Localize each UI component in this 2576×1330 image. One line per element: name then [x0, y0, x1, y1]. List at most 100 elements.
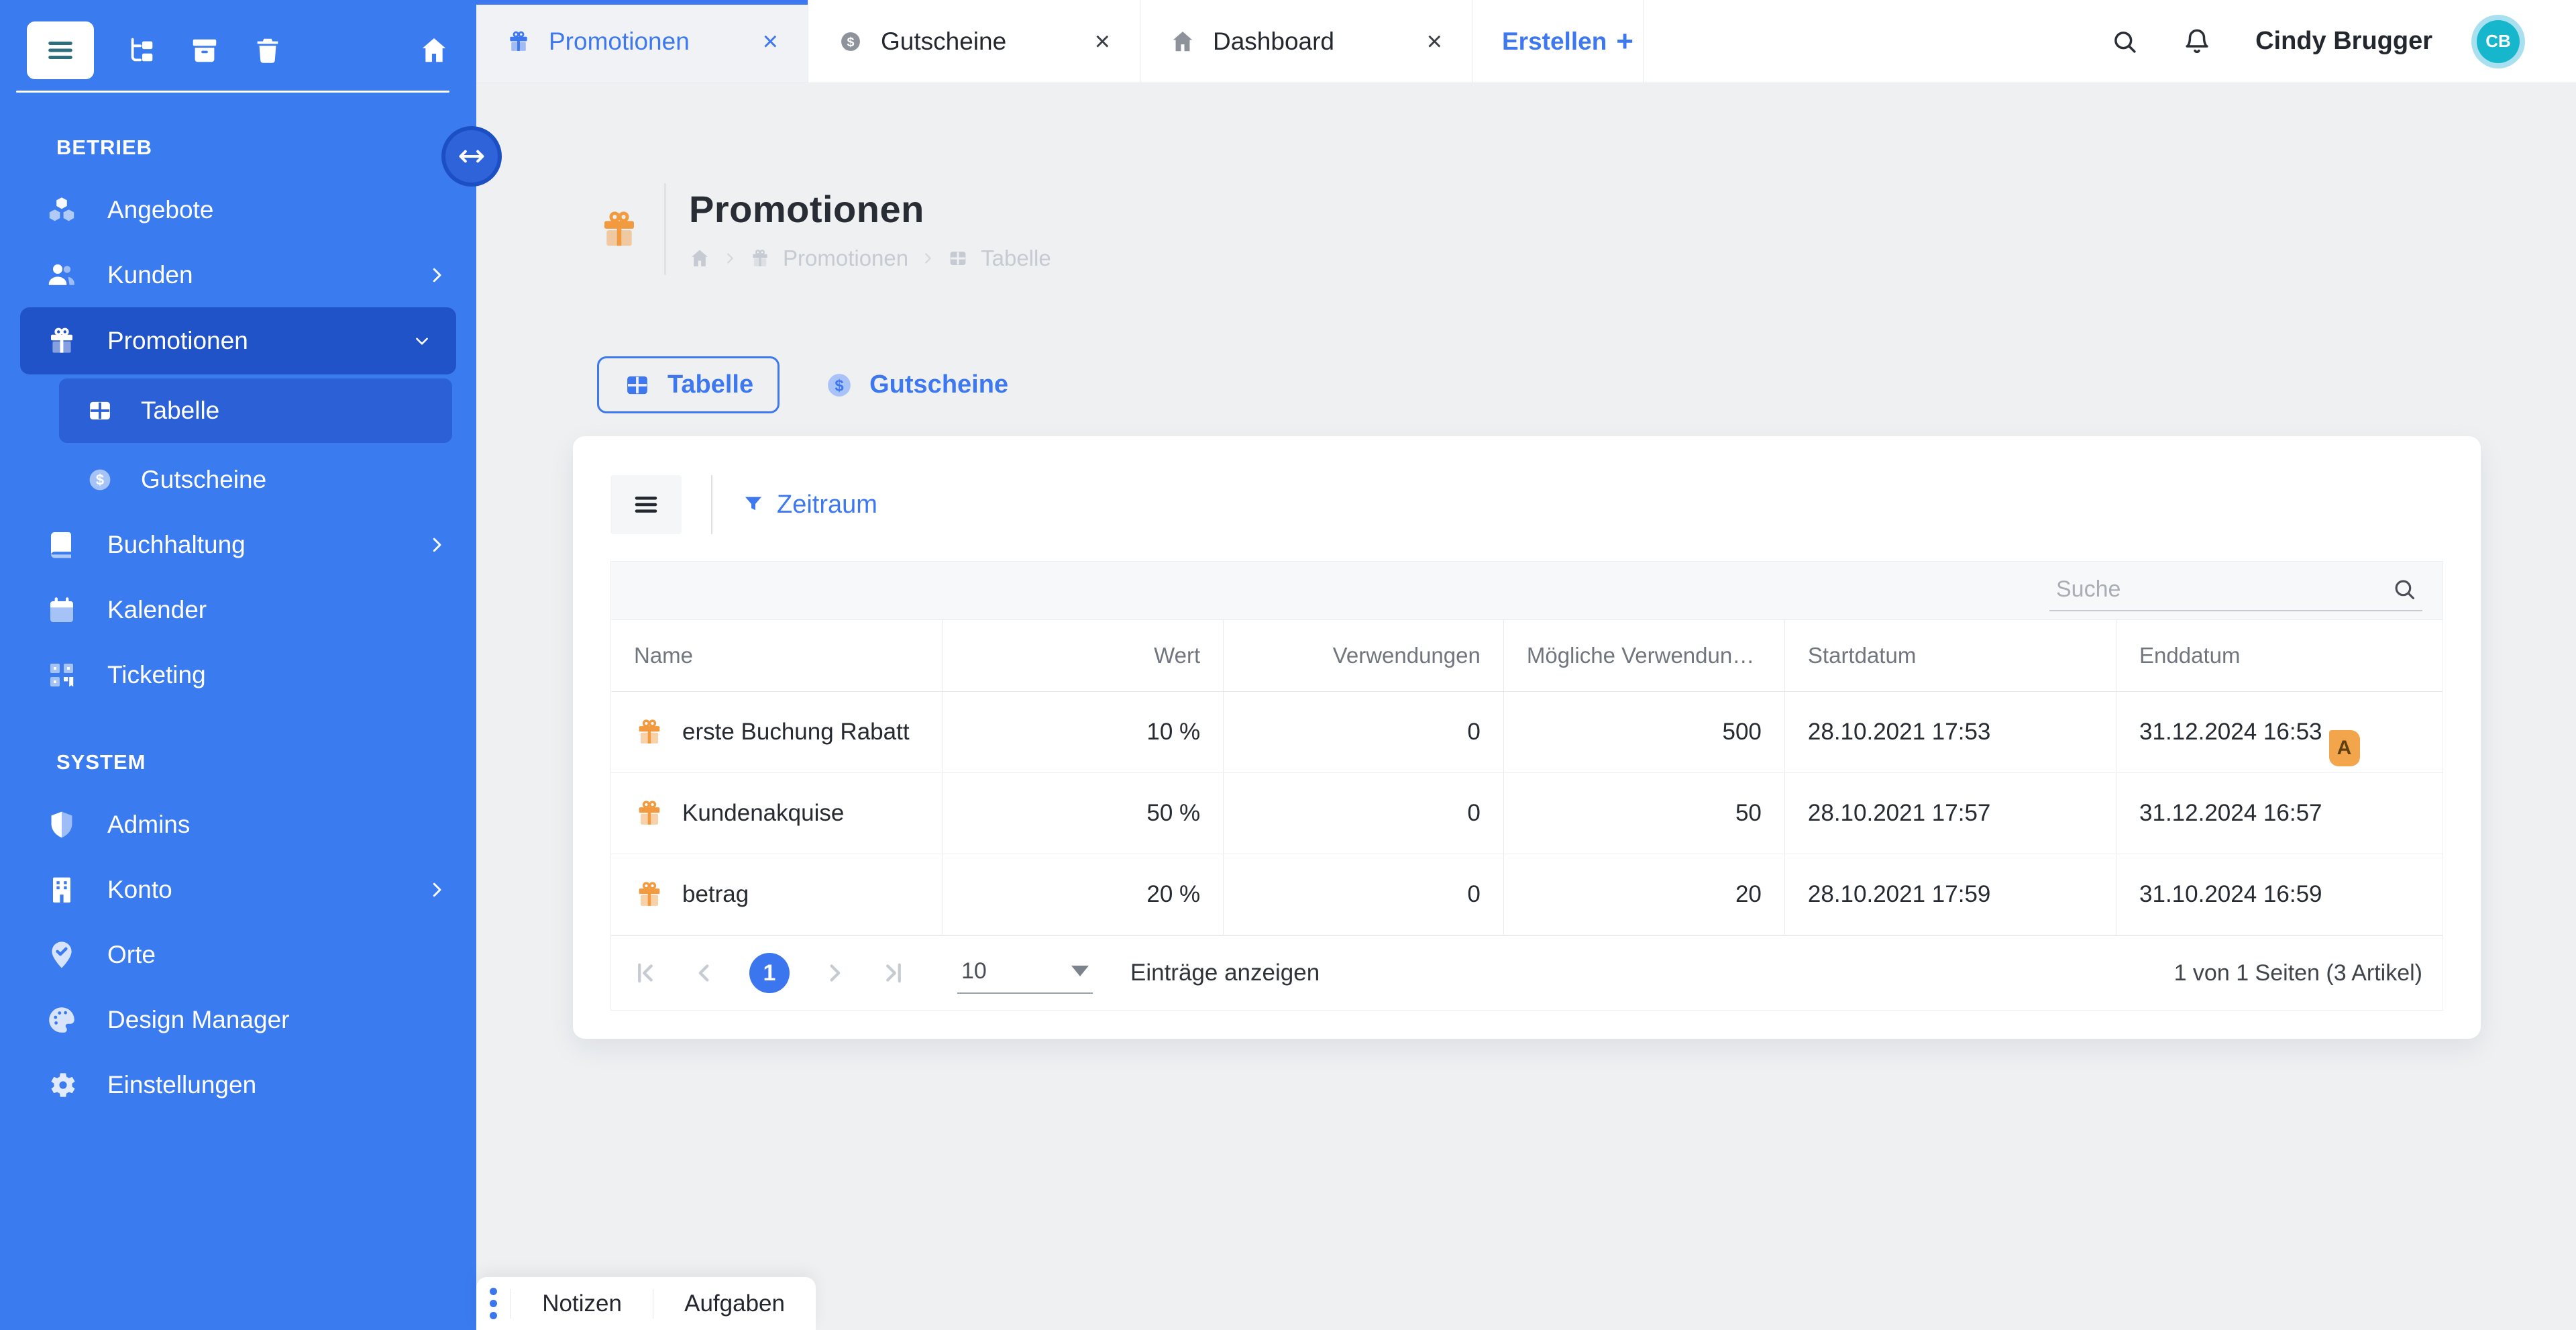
tab-label: Dashboard	[1213, 28, 1334, 56]
pagination-nav: 1	[631, 953, 908, 993]
name-cell: erste Buchung Rabatt	[611, 692, 943, 772]
sidebar-item-orte[interactable]: Orte	[0, 922, 476, 987]
sidebar-item-label: Admins	[107, 811, 190, 839]
sidebar-item-kunden[interactable]: Kunden	[0, 242, 476, 307]
sidebar-section-betrieb: BETRIEB	[0, 136, 476, 160]
sidebar-subitem-gutscheine[interactable]: Gutscheine	[0, 447, 476, 512]
sidebar-item-buchhaltung[interactable]: Buchhaltung	[0, 512, 476, 577]
sidebar-resize-handle[interactable]	[441, 126, 502, 187]
dock-item-aufgaben[interactable]: Aufgaben	[653, 1290, 816, 1317]
close-icon[interactable]: ×	[1427, 28, 1442, 55]
next-page-icon[interactable]	[820, 959, 849, 987]
page-size-select[interactable]: 10	[957, 953, 1093, 994]
last-page-icon[interactable]	[879, 959, 908, 987]
startdatum-cell: 28.10.2021 17:59	[1785, 854, 2116, 935]
enddatum-cell: 31.12.2024 16:57	[2116, 773, 2443, 854]
moegliche-verwendungen-cell: 500	[1504, 692, 1785, 772]
breadcrumb-item[interactable]: Promotionen	[783, 246, 908, 271]
column-header-startdatum[interactable]: Startdatum	[1785, 620, 2116, 691]
enddatum-cell: 31.12.2024 16:53 A	[2116, 692, 2443, 772]
column-header-enddatum[interactable]: Enddatum	[2116, 620, 2443, 691]
sidebar-item-label: Orte	[107, 941, 156, 969]
search-icon[interactable]	[2110, 28, 2139, 56]
sitemap-icon[interactable]	[126, 35, 157, 66]
gift-icon	[749, 248, 771, 269]
view-tabs: Tabelle Gutscheine	[597, 356, 1008, 413]
avatar[interactable]: CB	[2477, 20, 2520, 63]
column-header-moegliche-verwendungen[interactable]: Mögliche Verwendun…	[1504, 620, 1785, 691]
book-icon	[46, 529, 78, 561]
chevron-right-icon	[920, 251, 935, 266]
search-input[interactable]	[2055, 576, 2392, 603]
app-window: BETRIEB Angebote Kunden Promotionen Tabe…	[0, 0, 2576, 1330]
table-row[interactable]: Kundenakquise 50 % 0 50 28.10.2021 17:57…	[611, 773, 2443, 854]
table-card: Zeitraum Name Wert Verwendungen Mögliche…	[573, 436, 2481, 1039]
building-icon	[46, 874, 78, 906]
sidebar-item-label: Ticketing	[107, 661, 206, 689]
sidebar-item-konto[interactable]: Konto	[0, 857, 476, 922]
sidebar-item-admins[interactable]: Admins	[0, 792, 476, 857]
dock-item-notizen[interactable]: Notizen	[511, 1290, 653, 1317]
page-title: Promotionen	[689, 187, 1051, 231]
plus-icon: +	[1616, 27, 1633, 56]
column-header-verwendungen[interactable]: Verwendungen	[1224, 620, 1504, 691]
sidebar-subitem-tabelle[interactable]: Tabelle	[59, 378, 452, 443]
sidebar-menu-button[interactable]	[27, 21, 94, 79]
breadcrumb: Promotionen Tabelle	[689, 246, 1051, 271]
table-row[interactable]: betrag 20 % 0 20 28.10.2021 17:59 31.10.…	[611, 854, 2443, 935]
tab-gutscheine[interactable]: Gutscheine ×	[808, 0, 1140, 83]
zeitraum-filter-button[interactable]: Zeitraum	[742, 491, 877, 519]
columns-menu-button[interactable]	[610, 475, 682, 534]
table-row[interactable]: erste Buchung Rabatt 10 % 0 500 28.10.20…	[611, 692, 2443, 773]
current-page-button[interactable]: 1	[749, 953, 790, 993]
view-tab-tabelle[interactable]: Tabelle	[597, 356, 780, 413]
wert-cell: 20 %	[943, 854, 1224, 935]
gift-icon	[506, 29, 531, 54]
cubes-icon	[46, 194, 78, 226]
tab-label: Erstellen	[1502, 28, 1607, 56]
bell-icon[interactable]	[2183, 28, 2211, 56]
sidebar-section-system: SYSTEM	[0, 750, 476, 774]
search-icon[interactable]	[2392, 576, 2417, 602]
chevron-right-icon	[722, 251, 737, 266]
column-header-name[interactable]: Name	[611, 620, 943, 691]
close-icon[interactable]: ×	[763, 28, 778, 55]
sidebar-item-ticketing[interactable]: Ticketing	[0, 642, 476, 707]
table-icon	[623, 371, 651, 399]
trash-icon[interactable]	[252, 35, 283, 66]
wert-cell: 10 %	[943, 692, 1224, 772]
user-name[interactable]: Cindy Brugger	[2255, 27, 2432, 56]
coin-icon	[86, 466, 114, 494]
startdatum-cell: 28.10.2021 17:53	[1785, 692, 2116, 772]
home-icon[interactable]	[689, 248, 710, 269]
sidebar-item-label: Konto	[107, 876, 172, 904]
chevron-right-icon	[427, 535, 447, 555]
archive-icon[interactable]	[189, 35, 220, 66]
sidebar-item-einstellungen[interactable]: Einstellungen	[0, 1052, 476, 1117]
tab-promotionen[interactable]: Promotionen ×	[476, 0, 808, 83]
gear-icon	[46, 1069, 78, 1101]
tab-erstellen[interactable]: Erstellen +	[1472, 0, 1644, 83]
sidebar-item-promotionen[interactable]: Promotionen	[20, 307, 456, 374]
moegliche-verwendungen-cell: 50	[1504, 773, 1785, 854]
sidebar-item-design-manager[interactable]: Design Manager	[0, 987, 476, 1052]
column-header-wert[interactable]: Wert	[943, 620, 1224, 691]
first-page-icon[interactable]	[631, 959, 659, 987]
home-icon[interactable]	[419, 35, 449, 66]
sidebar-item-angebote[interactable]: Angebote	[0, 177, 476, 242]
sidebar-item-kalender[interactable]: Kalender	[0, 577, 476, 642]
wert-cell: 50 %	[943, 773, 1224, 854]
coin-icon	[824, 370, 855, 401]
qr-icon	[46, 659, 78, 691]
close-icon[interactable]: ×	[1095, 28, 1110, 55]
view-tab-gutscheine[interactable]: Gutscheine	[824, 370, 1008, 401]
table-icon	[947, 248, 969, 269]
view-tab-label: Gutscheine	[869, 370, 1008, 399]
shield-icon	[46, 809, 78, 841]
previous-page-icon[interactable]	[690, 959, 718, 987]
tab-dashboard[interactable]: Dashboard ×	[1140, 0, 1472, 83]
verwendungen-cell: 0	[1224, 773, 1504, 854]
tab-strip: Promotionen × Gutscheine × Dashboard × E…	[476, 0, 1644, 83]
dock-handle-icon[interactable]	[476, 1288, 511, 1319]
name-cell: Kundenakquise	[611, 773, 943, 854]
